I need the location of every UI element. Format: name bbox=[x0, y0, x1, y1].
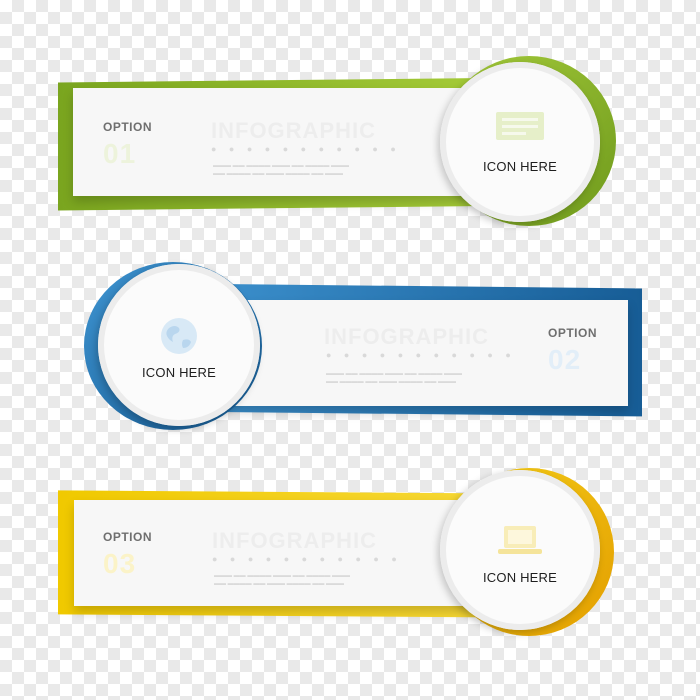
icon-circle: ICON HERE bbox=[440, 470, 600, 630]
banner-option-03: OPTION 03 INFOGRAPHIC ● ● ● ● ● ● ● ● ● … bbox=[0, 0, 700, 700]
laptop-icon bbox=[492, 520, 548, 560]
infographic-title: INFOGRAPHIC bbox=[212, 528, 377, 553]
placeholder-text-lines: ▬▬▬ ▬▬ ▬▬▬▬ ▬▬▬ ▬▬ ▬▬▬▬ ▬▬▬ ▬▬ ▬▬▬▬ ▬▬ ▬▬… bbox=[214, 573, 351, 587]
icon-here-label: ICON HERE bbox=[482, 570, 558, 585]
option-label: OPTION bbox=[103, 530, 153, 544]
option-number: 03 bbox=[103, 548, 137, 579]
decorative-dots: ● ● ● ● ● ● ● ● ● ● ● bbox=[212, 554, 402, 564]
infographic-stage: OPTION 01 INFOGRAPHIC ● ● ● ● ● ● ● ● ● … bbox=[0, 0, 700, 700]
option-panel: OPTION 03 INFOGRAPHIC ● ● ● ● ● ● ● ● ● … bbox=[74, 500, 492, 606]
